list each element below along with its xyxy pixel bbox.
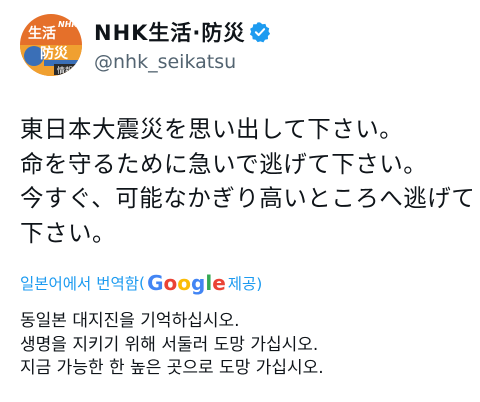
tweet: 生 活 防 災 情報 NHK NHK生活·防災 @nhk_seikatsu 東日…	[0, 0, 480, 402]
tweet-text: 東日本大震災を思い出して下さい。 命を守るために急いで逃げて下さい。 今すぐ、可…	[20, 112, 476, 250]
tweet-header: 生 活 防 災 情報 NHK NHK生活·防災 @nhk_seikatsu	[20, 10, 271, 80]
account-handle[interactable]: @nhk_seikatsu	[94, 51, 271, 73]
translation-provider-suffix: 제공)	[227, 275, 263, 293]
nhk-logo-icon: 生 活 防 災 情報 NHK	[20, 14, 82, 76]
translated-text: 동일본 대지진을 기억하십시오. 생명을 지키기 위해 서둘러 도망 가십시오.…	[20, 310, 324, 381]
svg-text:活: 活	[42, 25, 56, 42]
translated-line: 동일본 대지진을 기억하십시오.	[20, 311, 240, 331]
svg-text:NHK: NHK	[58, 20, 78, 29]
translated-line: 생명을 지키기 위해 서둘러 도망 가십시오.	[20, 334, 319, 355]
display-name[interactable]: NHK生活·防災	[94, 17, 245, 47]
svg-text:生: 生	[28, 25, 42, 42]
tweet-line: 命を守るために急いで逃げて下さい。	[20, 149, 428, 178]
translation-attribution-link[interactable]: 일본어에서 번역함 ( Google 제공)	[20, 270, 262, 296]
tweet-line: 東日本大震災を思い出して下さい。	[20, 115, 404, 143]
avatar[interactable]: 生 活 防 災 情報 NHK	[20, 14, 82, 76]
translated-line: 지금 가능한 한 높은 곳으로 도망 가십시오.	[20, 358, 324, 378]
svg-text:情報: 情報	[57, 65, 73, 75]
svg-text:防: 防	[40, 45, 54, 62]
google-logo: Google	[147, 271, 226, 295]
display-name-row: NHK生活·防災	[94, 17, 271, 47]
paren-open: (	[139, 274, 146, 292]
verified-badge-icon	[250, 22, 271, 43]
tweet-line: 今すぐ、可能なかぎり高いところへ逃げて	[20, 184, 476, 212]
tweet-line: 下さい。	[20, 218, 116, 247]
account-names: NHK生活·防災 @nhk_seikatsu	[94, 17, 271, 73]
svg-text:災: 災	[54, 46, 69, 62]
translation-source-label: 일본어에서 번역함	[20, 275, 140, 293]
